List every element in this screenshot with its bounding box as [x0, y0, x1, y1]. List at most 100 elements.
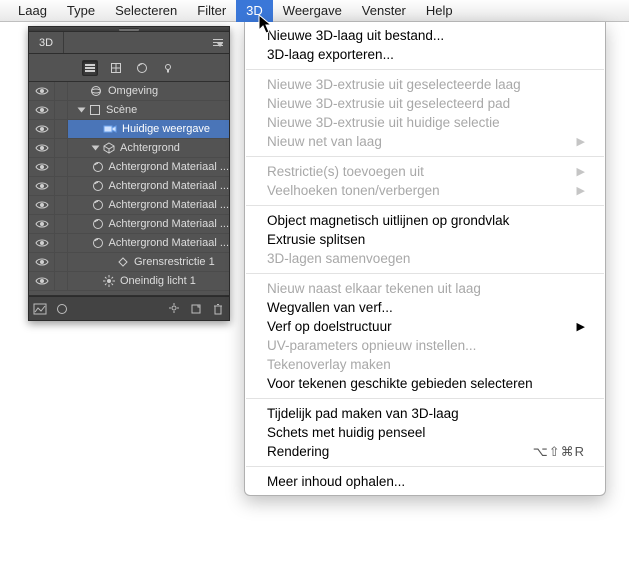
visibility-eye-icon[interactable]	[29, 82, 55, 100]
tree-column-spacer	[55, 272, 68, 290]
tab-3d[interactable]: 3D	[29, 32, 64, 53]
visibility-eye-icon[interactable]	[29, 177, 55, 195]
material-node-icon	[92, 237, 104, 249]
visibility-eye-icon[interactable]	[29, 196, 55, 214]
menu-item-label: Extrusie splitsen	[267, 232, 365, 247]
tree-row[interactable]: Achtergrond Materiaal ...	[29, 215, 229, 234]
tree-row-content[interactable]: Scène	[68, 101, 229, 119]
new-light-icon[interactable]	[163, 297, 185, 320]
tree-row[interactable]: Scène	[29, 101, 229, 120]
tree-row-label: Achtergrond Materiaal ...	[109, 218, 229, 230]
menu-item[interactable]: Voor tekenen geschikte gebieden selecter…	[245, 374, 605, 393]
menu-item-label: UV-parameters opnieuw instellen...	[267, 338, 476, 353]
tree-column-spacer	[55, 234, 68, 252]
visibility-eye-icon[interactable]	[29, 215, 55, 233]
visibility-eye-icon[interactable]	[29, 234, 55, 252]
menu-item-label: Schets met huidig penseel	[267, 425, 425, 440]
tree-row-content[interactable]: Grensrestrictie 1	[68, 253, 229, 271]
menu-item[interactable]: Verf op doelstructuur▶	[245, 317, 605, 336]
menu-item-label: Nieuw naast elkaar tekenen uit laag	[267, 281, 481, 296]
menu-item[interactable]: Nieuwe 3D-laag uit bestand...	[245, 26, 605, 45]
new-item-icon[interactable]	[185, 297, 207, 320]
tree-row[interactable]: Achtergrond Materiaal ...	[29, 158, 229, 177]
menu-item-label: Nieuwe 3D-laag uit bestand...	[267, 28, 444, 43]
tree-row[interactable]: Achtergrond	[29, 139, 229, 158]
visibility-eye-icon[interactable]	[29, 272, 55, 290]
tree-row[interactable]: Achtergrond Materiaal ...	[29, 196, 229, 215]
filter-materials-icon[interactable]	[134, 60, 150, 76]
tree-row-content[interactable]: Achtergrond Materiaal ...	[68, 196, 229, 214]
tree-row-content[interactable]: Oneindig licht 1	[68, 272, 229, 290]
tree-row-label: Achtergrond Materiaal ...	[109, 237, 229, 249]
disclosure-triangle-icon[interactable]	[78, 108, 86, 113]
trash-icon[interactable]	[207, 297, 229, 320]
mesh-node-icon	[103, 142, 115, 154]
tree-row-content[interactable]: Huidige weergave	[68, 120, 229, 138]
material-node-icon	[92, 218, 104, 230]
tree-column-spacer	[55, 82, 68, 100]
menu-item[interactable]: Schets met huidig penseel	[245, 423, 605, 442]
menu-item: Nieuwe 3D-extrusie uit huidige selectie	[245, 113, 605, 132]
visibility-eye-icon[interactable]	[29, 139, 55, 157]
menu-item-label: Tekenoverlay maken	[267, 357, 391, 372]
menu-help[interactable]: Help	[416, 0, 463, 22]
tree-row-content[interactable]: Achtergrond Materiaal ...	[68, 215, 229, 233]
filter-meshes-icon[interactable]	[108, 60, 124, 76]
tree-row-content[interactable]: Achtergrond	[68, 139, 229, 157]
menu-item: 3D-lagen samenvoegen	[245, 249, 605, 268]
menu-item[interactable]: Rendering⌥⇧⌘R	[245, 442, 605, 461]
menu-item: UV-parameters opnieuw instellen...	[245, 336, 605, 355]
menu-filter[interactable]: Filter	[187, 0, 236, 22]
menu-item[interactable]: Tijdelijk pad maken van 3D-laag	[245, 404, 605, 423]
menu-item[interactable]: Wegvallen van verf...	[245, 298, 605, 317]
menu-shortcut: ⌥⇧⌘R	[533, 444, 585, 460]
menu-item[interactable]: Object magnetisch uitlijnen op grondvlak	[245, 211, 605, 230]
menu-separator	[246, 69, 604, 70]
tree-column-spacer	[55, 196, 68, 214]
tree-row-content[interactable]: Achtergrond Materiaal ...	[68, 234, 229, 252]
menu-item-label: Meer inhoud ophalen...	[267, 474, 405, 489]
visibility-eye-icon[interactable]	[29, 101, 55, 119]
menu-weergave[interactable]: Weergave	[273, 0, 352, 22]
tree-row-label: Achtergrond Materiaal ...	[109, 180, 229, 192]
tree-column-spacer	[55, 139, 68, 157]
menu-item[interactable]: 3D-laag exporteren...	[245, 45, 605, 64]
menu-item-label: Object magnetisch uitlijnen op grondvlak	[267, 213, 509, 228]
menu-item: Veelhoeken tonen/verbergen ▶	[245, 181, 605, 200]
tree-row-label: Achtergrond Materiaal ...	[109, 161, 229, 173]
tree-row[interactable]: Huidige weergave	[29, 120, 229, 139]
menu-item-label: Veelhoeken tonen/verbergen	[267, 183, 440, 198]
submenu-arrow-icon: ▶	[577, 184, 585, 197]
tree-row-content[interactable]: Achtergrond Materiaal ...	[68, 177, 229, 195]
tree-row[interactable]: Grensrestrictie 1	[29, 253, 229, 272]
tree-row[interactable]: Achtergrond Materiaal ...	[29, 234, 229, 253]
menu-laag[interactable]: Laag	[8, 0, 57, 22]
tree-row-content[interactable]: Achtergrond Materiaal ...	[68, 158, 229, 176]
environment-icon	[89, 85, 103, 97]
constraint-icon	[117, 256, 129, 268]
visibility-eye-icon[interactable]	[29, 253, 55, 271]
visibility-eye-icon[interactable]	[29, 120, 55, 138]
menu-selecteren[interactable]: Selecteren	[105, 0, 187, 22]
tree-column-spacer	[55, 158, 68, 176]
visibility-eye-icon[interactable]	[29, 158, 55, 176]
disclosure-triangle-icon[interactable]	[92, 146, 100, 151]
tree-column-spacer	[55, 253, 68, 271]
tree-row[interactable]: Achtergrond Materiaal ...	[29, 177, 229, 196]
menu-item-label: Nieuwe 3D-extrusie uit geselecteerde laa…	[267, 77, 521, 92]
filter-lights-icon[interactable]	[160, 60, 176, 76]
filter-whole-scene-icon[interactable]	[82, 60, 98, 76]
tree-row-label: Achtergrond	[120, 142, 180, 154]
menu-item[interactable]: Extrusie splitsen	[245, 230, 605, 249]
menu-item[interactable]: Meer inhoud ophalen...	[245, 472, 605, 491]
tree-column-spacer	[55, 101, 68, 119]
render-icon[interactable]	[51, 297, 73, 320]
menu-type[interactable]: Type	[57, 0, 105, 22]
tree-row-content[interactable]: Omgeving	[68, 82, 229, 100]
render-settings-icon[interactable]	[29, 297, 51, 320]
tree-row[interactable]: Omgeving	[29, 82, 229, 101]
tree-row[interactable]: Oneindig licht 1	[29, 272, 229, 291]
menu-3d[interactable]: 3D	[236, 0, 273, 22]
menu-venster[interactable]: Venster	[352, 0, 416, 22]
panel-flyout-menu-icon[interactable]	[213, 36, 229, 50]
